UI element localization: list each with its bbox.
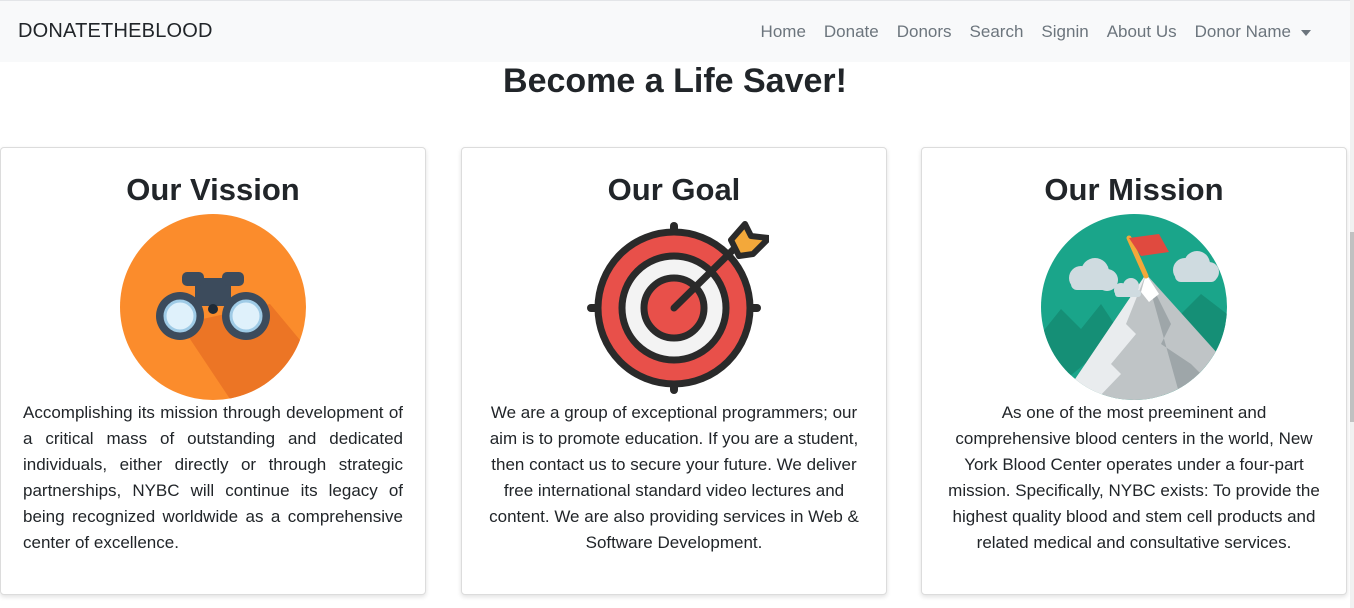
vision-card: Our Vission Accomplishing its mission th…	[0, 147, 426, 595]
donor-name-dropdown[interactable]: Donor Name	[1186, 22, 1320, 42]
card-text: We are a group of exceptional programmer…	[489, 403, 859, 552]
nav-signin[interactable]: Signin	[1032, 22, 1097, 42]
card-title: Our Mission	[1044, 172, 1224, 207]
nav-about-us[interactable]: About Us	[1098, 22, 1186, 42]
nav-donors[interactable]: Donors	[888, 22, 961, 42]
card-title: Our Vission	[126, 172, 300, 207]
donor-name-label: Donor Name	[1194, 22, 1291, 41]
page-title: Become a Life Saver!	[503, 62, 847, 100]
mission-card: Our Mission As one of the most preeminen…	[921, 147, 1347, 595]
binoculars-icon	[120, 214, 306, 400]
card-text: As one of the most preeminent and compre…	[948, 403, 1320, 552]
card-text: Accomplishing its mission through develo…	[23, 403, 403, 552]
vertical-scrollbar[interactable]	[1350, 0, 1354, 608]
goal-card: Our Goal We are a group of exceptional p…	[461, 147, 887, 595]
card-title: Our Goal	[607, 172, 741, 207]
caret-down-icon	[1301, 29, 1311, 36]
nav-home[interactable]: Home	[752, 22, 815, 42]
target-icon	[587, 221, 769, 394]
navbar: DONATETHEBLOOD Home Donate Donors Search…	[0, 0, 1350, 62]
mountain-flag-icon	[1041, 214, 1227, 400]
nav-menu: Home Donate Donors Search Signin About U…	[752, 22, 1320, 42]
nav-search[interactable]: Search	[961, 22, 1033, 42]
scrollbar-thumb[interactable]	[1350, 232, 1354, 422]
nav-donate[interactable]: Donate	[815, 22, 888, 42]
brand-link[interactable]: DONATETHEBLOOD	[18, 20, 213, 43]
